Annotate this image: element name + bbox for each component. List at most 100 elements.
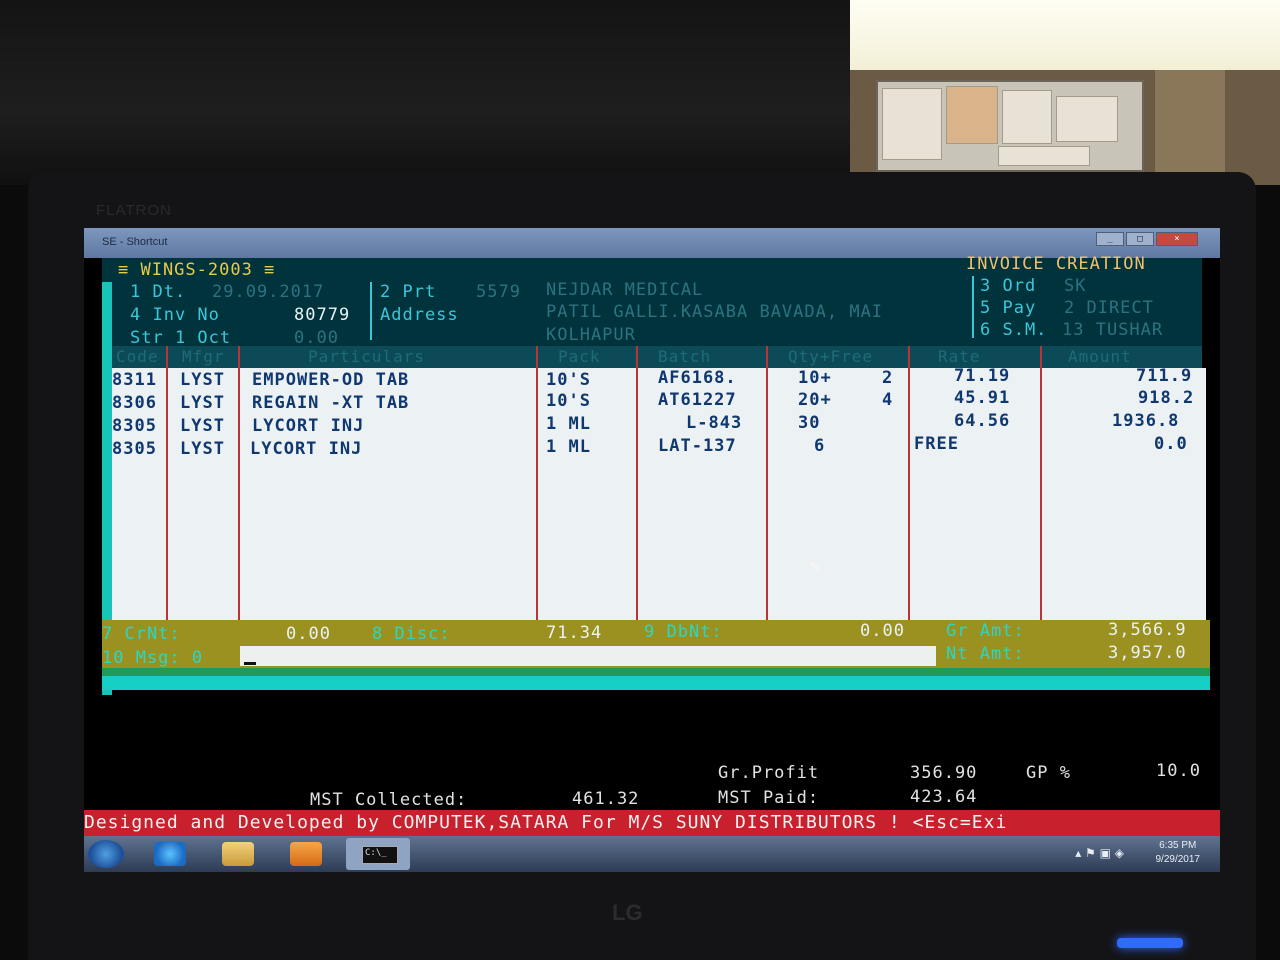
mst-paid-value: 423.64 xyxy=(910,787,978,807)
media-player-icon[interactable] xyxy=(290,842,322,866)
crnt-label: 7 CrNt: xyxy=(102,624,181,644)
crnt-field[interactable]: 0.00 xyxy=(286,624,331,644)
clock-date: 9/29/2017 xyxy=(1155,854,1201,865)
column-divider xyxy=(1040,346,1042,620)
party-name-field[interactable]: NEJDAR MEDICAL xyxy=(546,280,703,300)
ceiling-light xyxy=(850,0,1280,70)
cell-rate: 71.19 xyxy=(954,366,1011,386)
cell-particulars: LYCORT INJ xyxy=(252,416,365,436)
window-title: SE - Shortcut xyxy=(102,236,168,248)
str-label: Str 1 Oct xyxy=(130,328,232,348)
monitor-model-label: FLATRON xyxy=(96,202,172,219)
separator-cyan xyxy=(102,676,1210,690)
pay-field[interactable]: 2 DIRECT xyxy=(1064,298,1154,318)
screen: SE - Shortcut _ □ × ≡ WINGS-2003 ≡ INVOI… xyxy=(84,228,1220,872)
console-icon: C:\_ xyxy=(362,846,398,864)
cell-particulars: LYCORT INJ xyxy=(250,439,363,459)
msg-label: 10 Msg: 0 xyxy=(102,648,204,668)
minimize-button[interactable]: _ xyxy=(1096,232,1124,246)
col-pack: Pack xyxy=(558,347,601,366)
cell-rate: FREE xyxy=(914,434,959,454)
invoice-no-field[interactable]: 80779 xyxy=(294,305,350,325)
column-divider xyxy=(908,346,910,620)
party-label: 2 Prt xyxy=(380,282,437,302)
header-divider-left xyxy=(370,282,372,340)
gp-percent-label: GP % xyxy=(1026,763,1071,783)
cell-pack: 10'S xyxy=(546,391,591,411)
mouse-pointer-icon: ⬉ xyxy=(808,556,822,575)
column-divider xyxy=(636,346,638,620)
cell-amount: 1936.8 xyxy=(1112,411,1180,431)
mst-collected-value: 461.32 xyxy=(572,789,640,809)
clock[interactable]: 6:35 PM 9/29/2017 xyxy=(1156,839,1201,867)
clock-time: 6:35 PM xyxy=(1159,840,1197,851)
cell-batch: L-843 xyxy=(686,413,743,433)
header-divider-right xyxy=(972,276,974,338)
pay-label: 5 Pay xyxy=(980,298,1037,318)
cell-qty: 6 xyxy=(814,436,826,456)
cell-batch: AT61227 xyxy=(658,390,737,410)
cell-pack: 10'S xyxy=(546,370,591,390)
room-background xyxy=(0,0,850,185)
col-particulars: Particulars xyxy=(308,347,425,366)
window-controls: _ □ × xyxy=(1096,232,1198,246)
col-batch: Batch xyxy=(658,347,712,366)
cell-mfgr: LYST xyxy=(180,416,225,436)
cell-code: 8311 xyxy=(112,370,157,390)
internet-explorer-icon[interactable] xyxy=(154,842,186,866)
gr-profit-value: 356.90 xyxy=(910,763,978,783)
cell-qty: 20+ xyxy=(798,390,832,410)
column-divider xyxy=(238,346,240,620)
col-rate: Rate xyxy=(938,347,981,366)
mst-paid-label: MST Paid: xyxy=(718,788,820,808)
col-amount: Amount xyxy=(1068,347,1132,366)
wall-pillar xyxy=(1155,70,1225,180)
order-field[interactable]: SK xyxy=(1064,276,1086,296)
menu-title[interactable]: ≡ WINGS-2003 ≡ xyxy=(118,260,275,280)
party-code-field[interactable]: 5579 xyxy=(476,282,521,302)
cell-free: 2 xyxy=(882,368,894,388)
nt-amt-label: Nt Amt: xyxy=(946,644,1025,664)
address-label: Address xyxy=(380,305,459,325)
monitor-brand-logo: LG xyxy=(612,900,643,925)
status-bar: Designed and Developed by COMPUTEK,SATAR… xyxy=(84,810,1220,836)
cell-mfgr: LYST xyxy=(180,370,225,390)
cell-batch: AF6168. xyxy=(658,368,737,388)
system-tray[interactable]: ▴ ⚑ ▣ ◈ xyxy=(1075,846,1124,860)
cell-pack: 1 ML xyxy=(546,437,591,457)
disc-field[interactable]: 71.34 xyxy=(546,623,602,643)
column-divider xyxy=(536,346,538,620)
date-field[interactable]: 29.09.2017 xyxy=(212,282,324,302)
cell-qty: 10+ xyxy=(798,368,832,388)
cell-pack: 1 ML xyxy=(546,414,591,434)
salesman-field[interactable]: 13 TUSHAR xyxy=(1062,320,1163,340)
invoice-no-label: 4 Inv No xyxy=(130,305,220,325)
folder-icon[interactable] xyxy=(222,842,254,866)
start-button[interactable] xyxy=(88,840,124,868)
separator-green xyxy=(102,668,1210,676)
maximize-button[interactable]: □ xyxy=(1126,232,1154,246)
gr-amt-label: Gr Amt: xyxy=(946,621,1025,641)
dbnt-field[interactable]: 0.00 xyxy=(860,621,905,641)
close-button[interactable]: × xyxy=(1156,232,1198,246)
column-divider xyxy=(166,346,168,620)
cell-amount: 711.9 xyxy=(1136,366,1193,386)
date-label: 1 Dt. xyxy=(130,282,187,302)
gp-percent-value: 10.0 xyxy=(1156,761,1201,781)
cell-rate: 64.56 xyxy=(954,411,1011,431)
cell-code: 8306 xyxy=(112,393,157,413)
address-line2: KOLHAPUR xyxy=(546,325,636,345)
cell-code: 8305 xyxy=(112,416,157,436)
cell-free: 4 xyxy=(882,390,894,410)
column-divider xyxy=(766,346,768,620)
order-label: 3 Ord xyxy=(980,276,1037,296)
disc-label: 8 Disc: xyxy=(372,624,451,644)
col-code: Code xyxy=(116,347,159,366)
col-mfgr: Mfgr xyxy=(182,347,225,366)
cell-qty: 30 xyxy=(798,413,821,433)
str-field[interactable]: 0.00 xyxy=(294,328,339,348)
col-qty-free: Qty+Free xyxy=(788,347,874,366)
power-led xyxy=(1117,938,1183,948)
console-icon-label: C:\_ xyxy=(365,848,387,858)
message-input[interactable] xyxy=(240,646,936,666)
